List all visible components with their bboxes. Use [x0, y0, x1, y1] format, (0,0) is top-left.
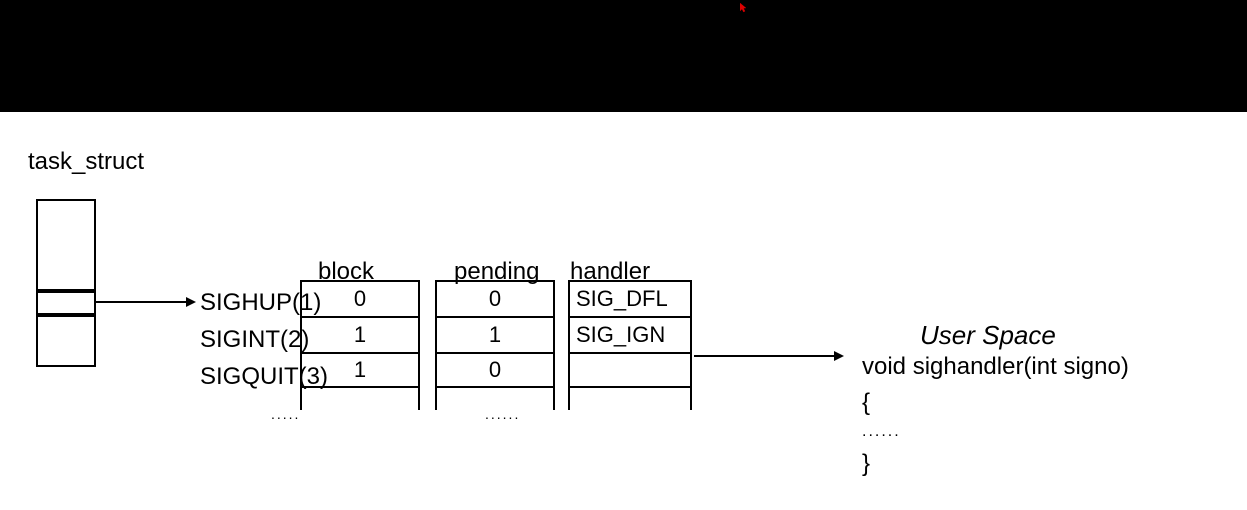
pending-cell-0: 0 [437, 280, 553, 316]
code-body-dots: ...... [862, 423, 901, 441]
block-cell-0: 0 [302, 280, 418, 316]
pending-cell-1: 1 [437, 316, 553, 352]
block-cell-2: 1 [302, 352, 418, 388]
sighandler-function-signature: void sighandler(int signo) [862, 353, 1129, 381]
arrow-struct-to-signals-icon [96, 296, 196, 308]
title-label: task_struct [28, 148, 144, 176]
block-dots-label: ..... [271, 406, 300, 422]
code-brace-close: } [862, 450, 870, 478]
handler-cell-1: SIG_IGN [570, 316, 690, 352]
code-brace-open: { [862, 389, 870, 417]
handler-cell-0: SIG_DFL [570, 280, 690, 316]
user-space-label: User Space [920, 320, 1056, 351]
task-struct-field-top [36, 199, 96, 291]
pending-dots-label: ...... [485, 406, 520, 422]
handler-column: SIG_DFL SIG_IGN [568, 280, 692, 410]
arrow-handler-to-func-icon [694, 350, 844, 362]
cursor-icon [740, 3, 746, 13]
handler-cell-2 [570, 352, 690, 388]
pending-cell-2: 0 [437, 352, 553, 388]
signal-sigint-label: SIGINT(2) [200, 326, 309, 354]
task-struct-field-bot [36, 315, 96, 367]
task-struct-field-mid [36, 291, 96, 315]
pending-column: 0 1 0 [435, 280, 555, 410]
block-cell-1: 1 [302, 316, 418, 352]
block-column: 0 1 1 [300, 280, 420, 410]
